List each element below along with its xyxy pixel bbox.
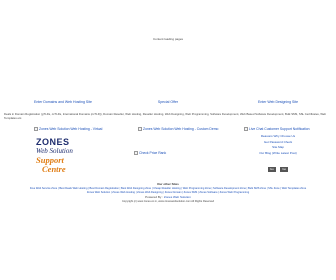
footer-links-row1[interactable]: Free Web Service Zone | Best Deals Web H… <box>4 187 332 190</box>
right-link-password[interactable]: Get Password Check <box>246 140 310 144</box>
footer-heading: Our other Sites <box>157 182 179 186</box>
footer-links-row2[interactable]: Zones Web Solution | Zones Web Hosting |… <box>4 191 332 194</box>
go-button-2[interactable]: Go <box>280 166 289 172</box>
zones-logo[interactable]: ZONES Web Solution Support Centre <box>34 134 82 174</box>
image-alt-text: Live Chat Customer Support Notification <box>249 127 310 131</box>
image-alt-text: Check Price Rank <box>139 151 167 155</box>
broken-image-icon <box>34 127 38 131</box>
logo-zones-text: ZONES <box>36 137 70 147</box>
powered-link[interactable]: Zones Web Solution <box>164 195 191 199</box>
right-link-reasons[interactable]: Reasons Why Choose Us <box>246 134 310 138</box>
hosting-custom-demo-image[interactable]: Zones Web Solution Web Hosting - Custom … <box>138 127 218 131</box>
hosting-virtual-image[interactable]: Zones Web Solution Web Hosting - Virtual <box>34 127 102 131</box>
footer-copyright: Copyright (c) www.zones.co.in, www.zones… <box>121 200 215 203</box>
go-button-1[interactable]: Go <box>267 166 276 172</box>
logo-centre-text: Centre <box>42 164 66 174</box>
nav-web-designing-link[interactable]: Enter Web Designing Site <box>258 100 334 104</box>
nav-special-offer-link[interactable]: Special Offer <box>148 100 188 104</box>
image-alt-text: Zones Web Solution Web Hosting - Custom … <box>143 127 219 131</box>
price-rank-image[interactable]: Check Price Rank <box>134 151 166 155</box>
live-chat-image[interactable]: Live Chat Customer Support Notification <box>244 127 310 131</box>
powered-label: Powered By : <box>145 195 164 199</box>
right-links-panel: Reasons Why Choose Us Get Password Check… <box>246 134 310 175</box>
logo-web-solution-text: Web Solution <box>36 147 73 155</box>
footer-powered-by: Powered By : Zones Web Solution <box>0 195 336 199</box>
deals-description: Deals in Domain Registration (gTLDs, ccT… <box>4 112 327 120</box>
page-header-text: Content loading pages <box>152 37 184 41</box>
broken-image-icon <box>244 127 248 131</box>
nav-domains-hosting-link[interactable]: Enter Domains and Web Hosting Site <box>34 100 144 104</box>
broken-image-icon <box>138 127 142 131</box>
broken-image-icon <box>134 151 138 155</box>
image-alt-text: Zones Web Solution Web Hosting - Virtual <box>39 127 103 131</box>
right-link-sitemap[interactable]: Site Map <box>246 145 310 149</box>
right-link-blog[interactable]: Our Blog (Write Latest Post) <box>246 151 310 155</box>
